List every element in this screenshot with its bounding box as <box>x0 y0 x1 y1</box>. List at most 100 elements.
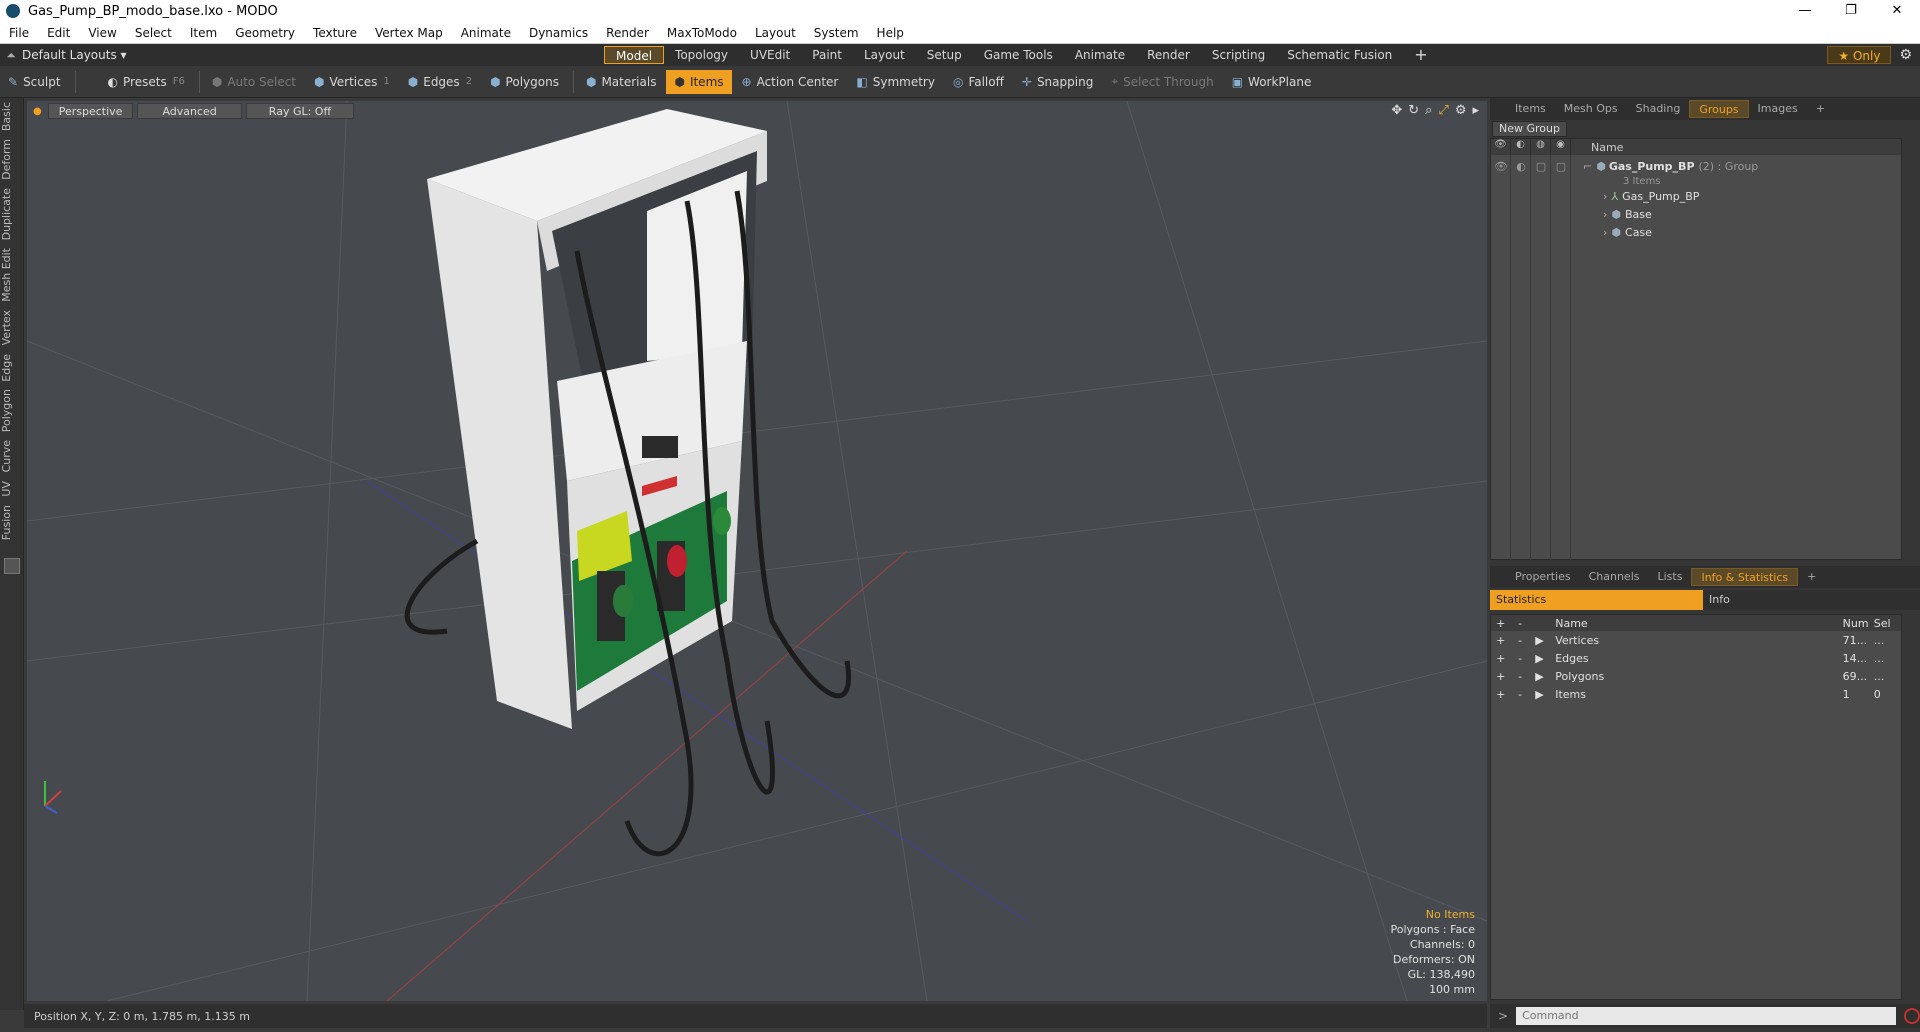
shading-mode-button[interactable]: Advanced <box>137 103 242 119</box>
group-render-icon[interactable]: ◐ <box>1511 160 1531 173</box>
child-expand-icon[interactable]: › <box>1603 190 1607 203</box>
tab-mesh-ops[interactable]: Mesh Ops <box>1555 100 1627 118</box>
tab-shading[interactable]: Shading <box>1627 100 1690 118</box>
menu-layout[interactable]: Layout <box>746 26 805 40</box>
tab-schematic-fusion[interactable]: Schematic Fusion <box>1276 46 1403 64</box>
action-center-button[interactable]: ⊕ Action Center <box>734 70 847 94</box>
menu-animate[interactable]: Animate <box>452 26 520 40</box>
select-col-icon[interactable]: ◉ <box>1551 139 1571 155</box>
lock-col-icon[interactable]: ◍ <box>1531 139 1551 155</box>
tab-deform[interactable]: Deform <box>0 135 24 184</box>
expand-all-icon[interactable]: + <box>1491 617 1510 630</box>
sculpt-button[interactable]: ✎ Sculpt <box>0 70 69 94</box>
add-icon[interactable]: + <box>1491 652 1510 665</box>
close-button[interactable]: ✕ <box>1874 0 1920 22</box>
pan-icon[interactable]: ✥ <box>1391 103 1402 118</box>
tab-items[interactable]: Items <box>1506 100 1555 118</box>
new-group-button[interactable]: New Group <box>1492 121 1567 137</box>
group-row[interactable]: 👁 ◐ ▢ ▢ ⌐ ⬢ Gas_Pump_BP (2) : Group <box>1491 157 1901 175</box>
menu-system[interactable]: System <box>805 26 868 40</box>
menu-dynamics[interactable]: Dynamics <box>520 26 597 40</box>
tab-basic[interactable]: Basic <box>0 98 24 135</box>
tab-animate[interactable]: Animate <box>1064 46 1136 64</box>
add-icon[interactable]: + <box>1491 670 1510 683</box>
gas-pump-model[interactable] <box>427 109 767 729</box>
tab-lists[interactable]: Lists <box>1649 568 1692 586</box>
tab-layout[interactable]: Layout <box>853 46 916 64</box>
auto-select-button[interactable]: ⬢ Auto Select <box>204 70 304 94</box>
menu-texture[interactable]: Texture <box>304 26 366 40</box>
table-row[interactable]: + - ▶ Items 1 0 <box>1491 685 1901 703</box>
tab-paint[interactable]: Paint <box>801 46 853 64</box>
visibility-col-icon[interactable]: 👁 <box>1491 139 1511 155</box>
select-through-button[interactable]: ⌖ Select Through <box>1103 70 1221 94</box>
remove-icon[interactable]: - <box>1510 634 1529 647</box>
expand-icon[interactable]: ▶ <box>1530 670 1549 683</box>
record-macro-icon[interactable] <box>1904 1008 1920 1024</box>
tab-render[interactable]: Render <box>1136 46 1201 64</box>
snapping-button[interactable]: ✛ Snapping <box>1014 70 1101 94</box>
zoom-icon[interactable]: ⌕ <box>1425 103 1432 118</box>
tab-edge[interactable]: Edge <box>0 350 24 386</box>
group-select-box[interactable]: ▢ <box>1551 160 1571 173</box>
materials-button[interactable]: ⬢ Materials <box>578 70 665 94</box>
gear-icon[interactable]: ⚙ <box>1899 47 1912 63</box>
menu-help[interactable]: Help <box>868 26 913 40</box>
tab-info-statistics[interactable]: Info & Statistics <box>1691 568 1799 586</box>
tab-uvedit[interactable]: UVEdit <box>739 46 801 64</box>
tab-mesh-edit[interactable]: Mesh Edit <box>0 244 24 306</box>
workplane-button[interactable]: ▣ WorkPlane <box>1224 70 1320 94</box>
layout-up-icon[interactable]: ⏶ <box>0 48 22 63</box>
statistics-tab[interactable]: Statistics <box>1490 590 1703 610</box>
presets-button[interactable]: ◐ Presets F6 <box>100 70 193 94</box>
table-row[interactable]: + - ▶ Polygons 69... ... <box>1491 667 1901 685</box>
group-visibility-icon[interactable]: 👁 <box>1491 160 1511 173</box>
group-lock-box[interactable]: ▢ <box>1531 160 1551 173</box>
tab-uv[interactable]: UV <box>0 477 24 501</box>
tab-polygon[interactable]: Polygon <box>0 385 24 436</box>
menu-file[interactable]: File <box>0 26 38 40</box>
rotate-icon[interactable]: ↻ <box>1408 103 1419 118</box>
tab-fusion[interactable]: Fusion <box>0 501 24 544</box>
add-icon[interactable]: + <box>1491 634 1510 647</box>
menu-maxtomodo[interactable]: MaxToModo <box>658 26 746 40</box>
expand-icon[interactable]: ▶ <box>1530 652 1549 665</box>
remove-icon[interactable]: - <box>1510 670 1529 683</box>
vertices-button[interactable]: ⬢ Vertices 1 <box>306 70 398 94</box>
group-expand-icon[interactable]: ⌐ <box>1583 160 1592 173</box>
menu-select[interactable]: Select <box>126 26 181 40</box>
collapse-all-icon[interactable]: - <box>1510 617 1529 630</box>
menu-item[interactable]: Item <box>181 26 226 40</box>
tab-model[interactable]: Model <box>604 46 665 64</box>
table-row[interactable]: + - ▶ Vertices 71... ... <box>1491 631 1901 649</box>
add-panel-tab-button[interactable]: + <box>1807 100 1834 118</box>
viewport-menu-dot[interactable]: ● <box>33 106 42 117</box>
add-info-tab-button[interactable]: + <box>1798 568 1825 586</box>
menu-geometry[interactable]: Geometry <box>226 26 304 40</box>
viewport-settings-icon[interactable]: ⚙ <box>1455 103 1467 118</box>
layout-dropdown[interactable]: Default Layouts ▾ <box>22 48 127 62</box>
falloff-button[interactable]: ◎ Falloff <box>945 70 1012 94</box>
view-type-button[interactable]: Perspective <box>47 103 134 119</box>
maximize-button[interactable]: ❐ <box>1828 0 1874 22</box>
add-icon[interactable]: + <box>1491 688 1510 701</box>
command-input[interactable] <box>1516 1007 1896 1025</box>
tab-channels[interactable]: Channels <box>1580 568 1649 586</box>
expand-icon[interactable]: ▶ <box>1530 688 1549 701</box>
child-expand-icon[interactable]: › <box>1603 208 1607 221</box>
add-tab-button[interactable]: + <box>1403 46 1438 64</box>
tab-topology[interactable]: Topology <box>664 46 739 64</box>
tab-groups[interactable]: Groups <box>1689 100 1749 118</box>
tab-scripting[interactable]: Scripting <box>1201 46 1276 64</box>
menu-view[interactable]: View <box>79 26 125 40</box>
viewport-expand-icon[interactable]: ▸ <box>1472 103 1479 118</box>
child-expand-icon[interactable]: › <box>1603 226 1607 239</box>
raygl-toggle[interactable]: Ray GL: Off <box>245 103 355 119</box>
expand-icon[interactable]: ▶ <box>1530 634 1549 647</box>
tab-vertex[interactable]: Vertex <box>0 306 24 349</box>
minimize-button[interactable]: — <box>1782 0 1828 22</box>
3d-viewport[interactable]: ● Perspective Advanced Ray GL: Off ✥ ↻ ⌕… <box>27 101 1487 1001</box>
menu-vertex-map[interactable]: Vertex Map <box>366 26 452 40</box>
palette-toggle-icon[interactable] <box>3 557 20 574</box>
only-button[interactable]: ★ Only <box>1827 46 1892 64</box>
